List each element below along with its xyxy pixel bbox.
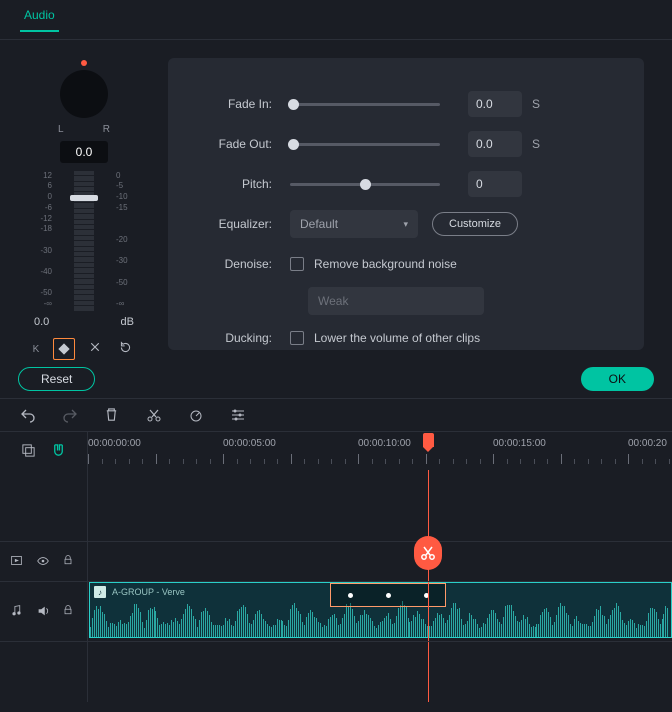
fadein-label: Fade In: <box>192 97 290 111</box>
pan-block: L R 0.0 1260-6-12-18-30-40-50-∞ 0-5-10-1… <box>0 40 168 360</box>
playhead-line <box>428 470 429 541</box>
track-spacer-2 <box>0 642 672 702</box>
fadeout-slider[interactable] <box>290 143 440 146</box>
volume-meter[interactable]: 1260-6-12-18-30-40-50-∞ 0-5-10-15-20-30-… <box>34 171 134 310</box>
mute-icon[interactable] <box>36 604 52 620</box>
equalizer-select[interactable]: Default ▾ <box>290 210 418 238</box>
pan-value[interactable]: 0.0 <box>60 141 108 163</box>
playhead-line <box>428 582 429 641</box>
pan-knob[interactable] <box>49 60 119 120</box>
db-label: dB <box>121 316 134 328</box>
video-track-icon <box>10 554 26 570</box>
fadein-unit: S <box>532 97 540 111</box>
clip-name: A-GROUP - Verve <box>112 587 185 597</box>
db-value: 0.0 <box>34 316 49 328</box>
ok-button[interactable]: OK <box>581 367 654 391</box>
pan-l-label: L <box>58 124 64 135</box>
adjust-icon[interactable] <box>230 407 246 423</box>
add-track-icon[interactable] <box>21 443 37 459</box>
keyframe-add-button[interactable] <box>53 338 75 360</box>
undo-icon[interactable] <box>20 407 36 423</box>
keyframe-reset-icon[interactable] <box>119 341 135 357</box>
timeline-toolbar <box>0 398 672 432</box>
delete-icon[interactable] <box>104 407 120 423</box>
visibility-icon[interactable] <box>36 554 52 570</box>
fadeout-unit: S <box>532 137 540 151</box>
pitch-slider[interactable] <box>290 183 440 186</box>
ducking-label: Ducking: <box>192 331 290 345</box>
action-bar: Reset OK <box>0 360 672 398</box>
lock-icon[interactable] <box>62 604 78 620</box>
fadein-value[interactable]: 0.0 <box>468 91 522 117</box>
denoise-checkbox[interactable] <box>290 257 304 271</box>
split-marker[interactable] <box>414 536 442 570</box>
denoise-level[interactable]: Weak <box>308 287 484 315</box>
fadein-slider[interactable] <box>290 103 440 106</box>
timeline-header-tools <box>0 432 88 470</box>
denoise-check-label: Remove background noise <box>314 257 457 271</box>
audio-panel: L R 0.0 1260-6-12-18-30-40-50-∞ 0-5-10-1… <box>0 40 672 360</box>
ducking-checkbox[interactable] <box>290 331 304 345</box>
speed-icon[interactable] <box>188 407 204 423</box>
track-spacer-1 <box>0 470 672 542</box>
equalizer-selected: Default <box>300 217 338 231</box>
time-ruler[interactable]: 00:00:00:0000:00:05:0000:00:10:0000:00:1… <box>88 432 672 470</box>
pan-r-label: R <box>103 124 110 135</box>
magnet-icon[interactable] <box>51 443 67 459</box>
playhead-handle[interactable] <box>423 433 434 447</box>
keyframe-k-label: K <box>33 344 40 355</box>
fadeout-label: Fade Out: <box>192 137 290 151</box>
music-track-icon <box>10 604 26 620</box>
equalizer-label: Equalizer: <box>192 217 290 231</box>
ducking-check-label: Lower the volume of other clips <box>314 331 480 345</box>
timeline: 00:00:00:0000:00:05:0000:00:10:0000:00:1… <box>0 432 672 702</box>
chevron-down-icon: ▾ <box>403 219 408 230</box>
properties-panel: Fade In: 0.0 S Fade Out: 0.0 S Pitch: 0 … <box>168 58 644 350</box>
pan-lr-labels: L R <box>58 124 110 135</box>
music-icon: ♪ <box>94 586 106 598</box>
reset-button[interactable]: Reset <box>18 367 95 391</box>
tab-audio[interactable]: Audio <box>20 8 59 32</box>
volume-handle[interactable] <box>70 195 98 201</box>
fadeout-value[interactable]: 0.0 <box>468 131 522 157</box>
video-track <box>0 542 672 582</box>
pitch-label: Pitch: <box>192 177 290 191</box>
audio-track-body[interactable]: ♪ A-GROUP - Verve <box>88 582 672 641</box>
denoise-label: Denoise: <box>192 257 290 271</box>
pitch-value[interactable]: 0 <box>468 171 522 197</box>
audio-clip[interactable]: ♪ A-GROUP - Verve <box>89 582 672 638</box>
keyframe-delete-icon[interactable] <box>89 341 105 357</box>
redo-icon[interactable] <box>62 407 78 423</box>
audio-track: ♪ A-GROUP - Verve <box>0 582 672 642</box>
playhead-line <box>428 642 429 702</box>
customize-button[interactable]: Customize <box>432 212 518 236</box>
tab-bar: Audio <box>0 0 672 40</box>
split-icon[interactable] <box>146 407 162 423</box>
lock-icon[interactable] <box>62 554 78 570</box>
